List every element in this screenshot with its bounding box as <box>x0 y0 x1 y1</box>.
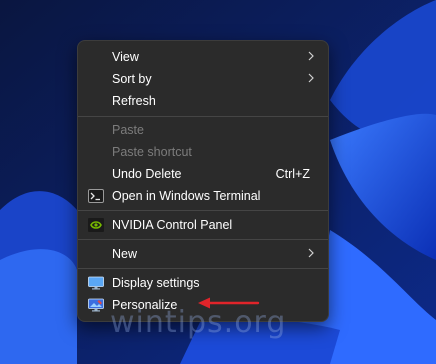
menu-item-paste-shortcut: Paste shortcut <box>82 141 324 163</box>
menu-item-paste: Paste <box>82 119 324 141</box>
menu-item-label: Paste shortcut <box>112 145 192 159</box>
chevron-right-icon <box>308 248 314 258</box>
nvidia-icon <box>88 218 104 232</box>
menu-item-refresh[interactable]: Refresh <box>82 90 324 112</box>
chevron-right-icon <box>308 51 314 61</box>
menu-item-label: View <box>112 50 139 64</box>
menu-item-label: Undo Delete <box>112 167 182 181</box>
display-icon <box>88 276 104 290</box>
personalize-icon <box>88 298 104 312</box>
menu-item-label: Sort by <box>112 72 152 86</box>
menu-item-label: NVIDIA Control Panel <box>112 218 233 232</box>
menu-item-label: Refresh <box>112 94 156 108</box>
menu-item-label: Display settings <box>112 276 200 290</box>
menu-separator <box>78 239 328 240</box>
menu-item-open-terminal[interactable]: Open in Windows Terminal <box>82 185 324 207</box>
menu-item-undo-delete[interactable]: Undo Delete Ctrl+Z <box>82 163 324 185</box>
menu-item-label: Paste <box>112 123 144 137</box>
menu-item-display-settings[interactable]: Display settings <box>82 272 324 294</box>
watermark: wintips.org <box>110 305 287 340</box>
menu-separator <box>78 268 328 269</box>
chevron-right-icon <box>308 73 314 83</box>
menu-separator <box>78 210 328 211</box>
menu-separator <box>78 116 328 117</box>
menu-item-view[interactable]: View <box>82 46 324 68</box>
terminal-icon <box>88 189 104 203</box>
menu-item-label: New <box>112 247 138 261</box>
menu-item-nvidia-control-panel[interactable]: NVIDIA Control Panel <box>82 214 324 236</box>
menu-item-new[interactable]: New <box>82 243 324 265</box>
shortcut-label: Ctrl+Z <box>275 167 310 181</box>
menu-item-label: Open in Windows Terminal <box>112 189 261 203</box>
menu-item-sort-by[interactable]: Sort by <box>82 68 324 90</box>
desktop-context-menu: View Sort by Refresh Paste Paste shortcu… <box>77 40 329 322</box>
